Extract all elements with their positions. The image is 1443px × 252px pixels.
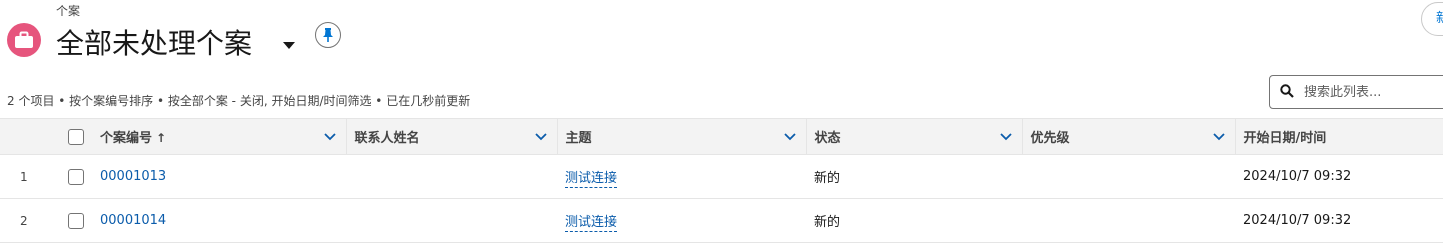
row-checkbox[interactable] [68, 212, 84, 229]
subject-cell: 测试连接 [557, 154, 806, 199]
subject-cell: 测试连接 [557, 198, 806, 243]
row-number: 1 [0, 154, 60, 199]
contact-name-cell [346, 154, 557, 199]
chevron-down-icon[interactable] [533, 129, 549, 145]
start-datetime-cell: 2024/10/7 09:32 [1235, 154, 1443, 199]
list-header: 个案 全部未处理个案 新 2 个项目 • 按个案编号排序 • 按全部个案 - 关… [0, 0, 1443, 118]
row-number-header [0, 118, 60, 155]
search-icon [1280, 83, 1294, 102]
chevron-down-icon[interactable] [782, 129, 798, 145]
column-header-contact-name[interactable]: 联系人姓名 [345, 118, 557, 155]
new-button[interactable]: 新 [1421, 2, 1443, 36]
column-header-case-number[interactable]: 个案编号 ↑ [92, 118, 346, 155]
column-label: 优先级 [1030, 131, 1070, 146]
column-label: 个案编号 [100, 131, 153, 146]
search-input[interactable] [1304, 84, 1443, 100]
search-box[interactable] [1269, 75, 1443, 109]
table-header-row: 个案编号 ↑ 联系人姓名 主题 状态 优先级 开始日期/时间 [0, 118, 1443, 155]
list-view-title[interactable]: 全部未处理个案 [56, 24, 252, 64]
row-checkbox[interactable] [68, 168, 84, 185]
contact-name-cell [346, 198, 557, 243]
row-select-cell [60, 154, 92, 199]
select-all-checkbox[interactable] [68, 128, 84, 145]
case-number-link[interactable]: 00001013 [100, 169, 166, 184]
subject-link[interactable]: 测试连接 [565, 171, 618, 188]
column-header-start-datetime[interactable]: 开始日期/时间 [1234, 118, 1443, 155]
row-number: 2 [0, 198, 60, 243]
status-cell: 新的 [806, 154, 1022, 199]
start-datetime-cell: 2024/10/7 09:32 [1235, 198, 1443, 243]
column-label: 联系人姓名 [354, 131, 420, 146]
object-label: 个案 [56, 4, 81, 18]
table-row: 2 00001014 测试连接 新的 2024/10/7 09:32 [0, 198, 1443, 243]
column-header-subject[interactable]: 主题 [556, 118, 806, 155]
chevron-down-icon[interactable] [998, 129, 1014, 145]
column-header-priority[interactable]: 优先级 [1021, 118, 1235, 155]
sort-ascending-icon: ↑ [156, 131, 167, 145]
column-label: 状态 [814, 131, 841, 146]
row-select-cell [60, 198, 92, 243]
list-info-summary: 2 个项目 • 按个案编号排序 • 按全部个案 - 关闭, 开始日期/时间筛选 … [7, 94, 471, 108]
pin-icon[interactable] [315, 22, 341, 48]
column-label: 主题 [565, 131, 592, 146]
case-number-link[interactable]: 00001014 [100, 213, 166, 228]
case-number-cell: 00001014 [92, 198, 346, 243]
select-all-header [60, 118, 92, 155]
column-label: 开始日期/时间 [1243, 131, 1327, 146]
status-cell: 新的 [806, 198, 1022, 243]
priority-cell [1022, 198, 1235, 243]
case-number-cell: 00001013 [92, 154, 346, 199]
briefcase-icon [7, 23, 41, 57]
subject-link[interactable]: 测试连接 [565, 215, 618, 232]
table-row: 1 00001013 测试连接 新的 2024/10/7 09:32 [0, 154, 1443, 199]
chevron-down-icon[interactable] [322, 129, 338, 145]
chevron-down-icon[interactable] [1211, 129, 1227, 145]
list-view-dropdown-icon[interactable] [281, 38, 297, 54]
priority-cell [1022, 154, 1235, 199]
column-header-status[interactable]: 状态 [805, 118, 1022, 155]
cases-table: 个案编号 ↑ 联系人姓名 主题 状态 优先级 开始日期/时间 1 0000101… [0, 118, 1443, 243]
